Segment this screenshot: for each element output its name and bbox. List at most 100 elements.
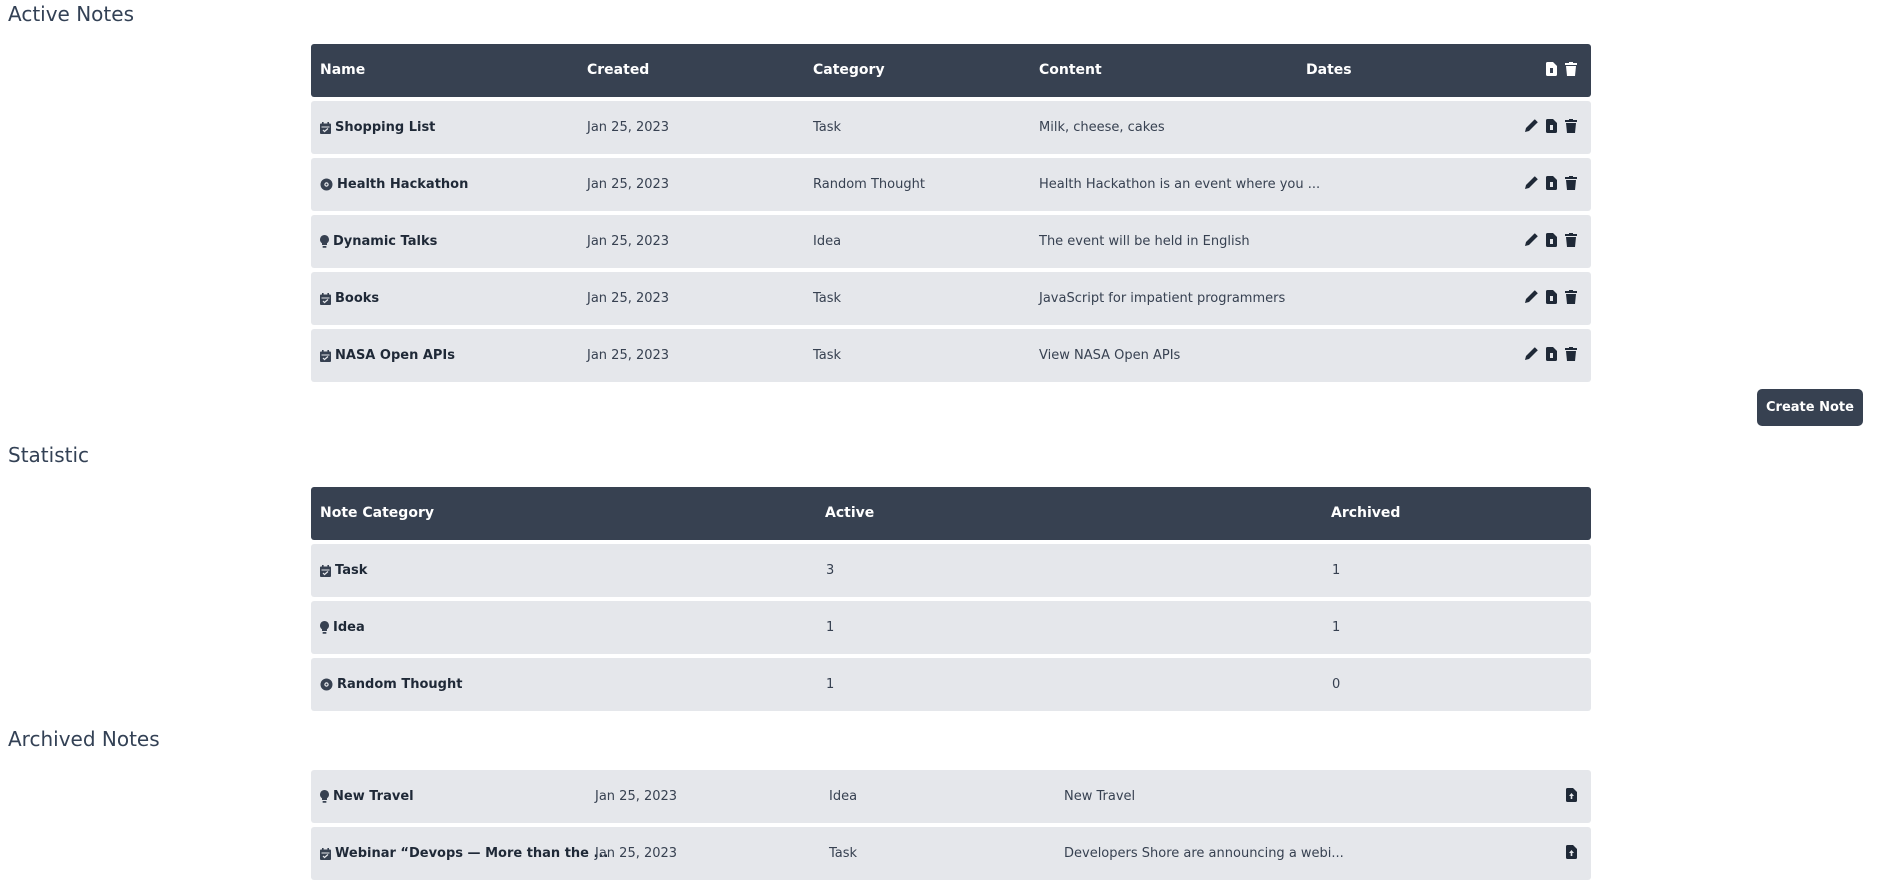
- note-created: Jan 25, 2023: [587, 177, 670, 192]
- note-category: Task: [829, 846, 858, 861]
- statistic-header: Note Category Active Archived: [311, 487, 1591, 540]
- archived-note-row: New Travel Jan 25, 2023 Idea New Travel: [311, 770, 1591, 823]
- unarchive-icon[interactable]: [1566, 844, 1577, 863]
- note-created: Jan 25, 2023: [595, 846, 678, 861]
- category-cell: Idea: [320, 601, 365, 654]
- note-content: Developers Shore are announcing a webi..…: [1064, 846, 1344, 861]
- note-category: Task: [813, 291, 842, 306]
- header-actions: [1546, 44, 1577, 97]
- archived-notes-table: New Travel Jan 25, 2023 Idea New Travel Webi…: [311, 770, 1591, 880]
- header-active: Active: [825, 505, 875, 521]
- note-category: Idea: [829, 789, 858, 804]
- active-note-row: Books Jan 25, 2023 Task JavaScript for impa…: [311, 272, 1591, 325]
- note-content: Health Hackathon is an event where you .…: [1039, 177, 1321, 192]
- calendar-icon: [320, 349, 331, 362]
- lightbulb-icon: [320, 621, 329, 634]
- header-archived: Archived: [1331, 505, 1401, 521]
- archived-notes-title: Archived Notes: [8, 727, 160, 751]
- brain-icon: [320, 178, 333, 191]
- statistic-title: Statistic: [8, 443, 90, 467]
- header-content: Content: [1039, 62, 1102, 78]
- edit-icon[interactable]: [1525, 233, 1538, 250]
- archive-icon[interactable]: [1546, 118, 1557, 137]
- row-actions: [1525, 101, 1577, 154]
- header-category: Category: [813, 62, 885, 78]
- note-name: Health Hackathon: [337, 177, 469, 192]
- calendar-icon: [320, 121, 331, 134]
- statistic-table: Note Category Active Archived Task 3 1 Idea…: [311, 487, 1591, 711]
- archive-all-icon[interactable]: [1546, 61, 1557, 80]
- note-created: Jan 25, 2023: [595, 789, 678, 804]
- note-content: Milk, cheese, cakes: [1039, 120, 1165, 135]
- archive-icon[interactable]: [1546, 232, 1557, 251]
- row-actions: [1566, 827, 1577, 880]
- delete-icon[interactable]: [1565, 289, 1577, 308]
- note-name-cell: Dynamic Talks: [320, 215, 437, 268]
- note-name: NASA Open APIs: [335, 348, 456, 363]
- note-name-cell: New Travel: [320, 770, 414, 823]
- note-name: Shopping List: [335, 120, 436, 135]
- note-created: Jan 25, 2023: [587, 120, 670, 135]
- note-name-cell: Shopping List: [320, 101, 435, 154]
- note-name-cell: Health Hackathon: [320, 158, 468, 211]
- header-created: Created: [587, 62, 650, 78]
- statistic-row: Task 3 1: [311, 544, 1591, 597]
- category-cell: Task: [320, 544, 367, 597]
- active-notes-title: Active Notes: [8, 2, 134, 26]
- edit-icon[interactable]: [1525, 119, 1538, 136]
- unarchive-icon[interactable]: [1566, 787, 1577, 806]
- archived-count: 1: [1332, 563, 1341, 578]
- note-name-cell: Books: [320, 272, 379, 325]
- brain-icon: [320, 678, 333, 691]
- note-name: Dynamic Talks: [333, 234, 438, 249]
- active-count: 3: [826, 563, 835, 578]
- note-category: Random Thought: [813, 177, 925, 192]
- statistic-row: Idea 1 1: [311, 601, 1591, 654]
- row-actions: [1566, 770, 1577, 823]
- archived-count: 1: [1332, 620, 1341, 635]
- category-name: Task: [335, 563, 368, 578]
- note-content: The event will be held in English: [1039, 234, 1250, 249]
- active-count: 1: [826, 677, 835, 692]
- calendar-icon: [320, 564, 331, 577]
- header-note-category: Note Category: [320, 505, 434, 521]
- edit-icon[interactable]: [1525, 347, 1538, 364]
- note-name-cell: Webinar “Devops — More than the ...: [320, 827, 608, 880]
- note-category: Task: [813, 348, 842, 363]
- edit-icon[interactable]: [1525, 290, 1538, 307]
- note-name: Webinar “Devops — More than the ...: [335, 846, 609, 861]
- calendar-icon: [320, 292, 331, 305]
- delete-icon[interactable]: [1565, 346, 1577, 365]
- note-content: View NASA Open APIs: [1039, 348, 1181, 363]
- create-note-button[interactable]: Create Note: [1757, 389, 1863, 426]
- archive-icon[interactable]: [1546, 175, 1557, 194]
- note-name: Books: [335, 291, 380, 306]
- note-created: Jan 25, 2023: [587, 348, 670, 363]
- archived-note-row: Webinar “Devops — More than the ... Jan 2…: [311, 827, 1591, 880]
- note-category: Idea: [813, 234, 842, 249]
- delete-icon[interactable]: [1565, 118, 1577, 137]
- category-name: Idea: [333, 620, 365, 635]
- active-note-row: Shopping List Jan 25, 2023 Task Milk, chees…: [311, 101, 1591, 154]
- category-cell: Random Thought: [320, 658, 462, 711]
- note-name-cell: NASA Open APIs: [320, 329, 455, 382]
- statistic-row: Random Thought 1 0: [311, 658, 1591, 711]
- note-created: Jan 25, 2023: [587, 234, 670, 249]
- delete-icon[interactable]: [1565, 175, 1577, 194]
- header-name: Name: [320, 62, 366, 78]
- row-actions: [1525, 329, 1577, 382]
- delete-all-icon[interactable]: [1565, 61, 1577, 80]
- delete-icon[interactable]: [1565, 232, 1577, 251]
- edit-icon[interactable]: [1525, 176, 1538, 193]
- archived-count: 0: [1332, 677, 1341, 692]
- archive-icon[interactable]: [1546, 289, 1557, 308]
- note-content: JavaScript for impatient programmers: [1039, 291, 1286, 306]
- active-count: 1: [826, 620, 835, 635]
- archive-icon[interactable]: [1546, 346, 1557, 365]
- row-actions: [1525, 272, 1577, 325]
- row-actions: [1525, 215, 1577, 268]
- calendar-icon: [320, 847, 331, 860]
- active-note-row: Health Hackathon Jan 25, 2023 Random Thoug…: [311, 158, 1591, 211]
- lightbulb-icon: [320, 790, 329, 803]
- note-content: New Travel: [1064, 789, 1136, 804]
